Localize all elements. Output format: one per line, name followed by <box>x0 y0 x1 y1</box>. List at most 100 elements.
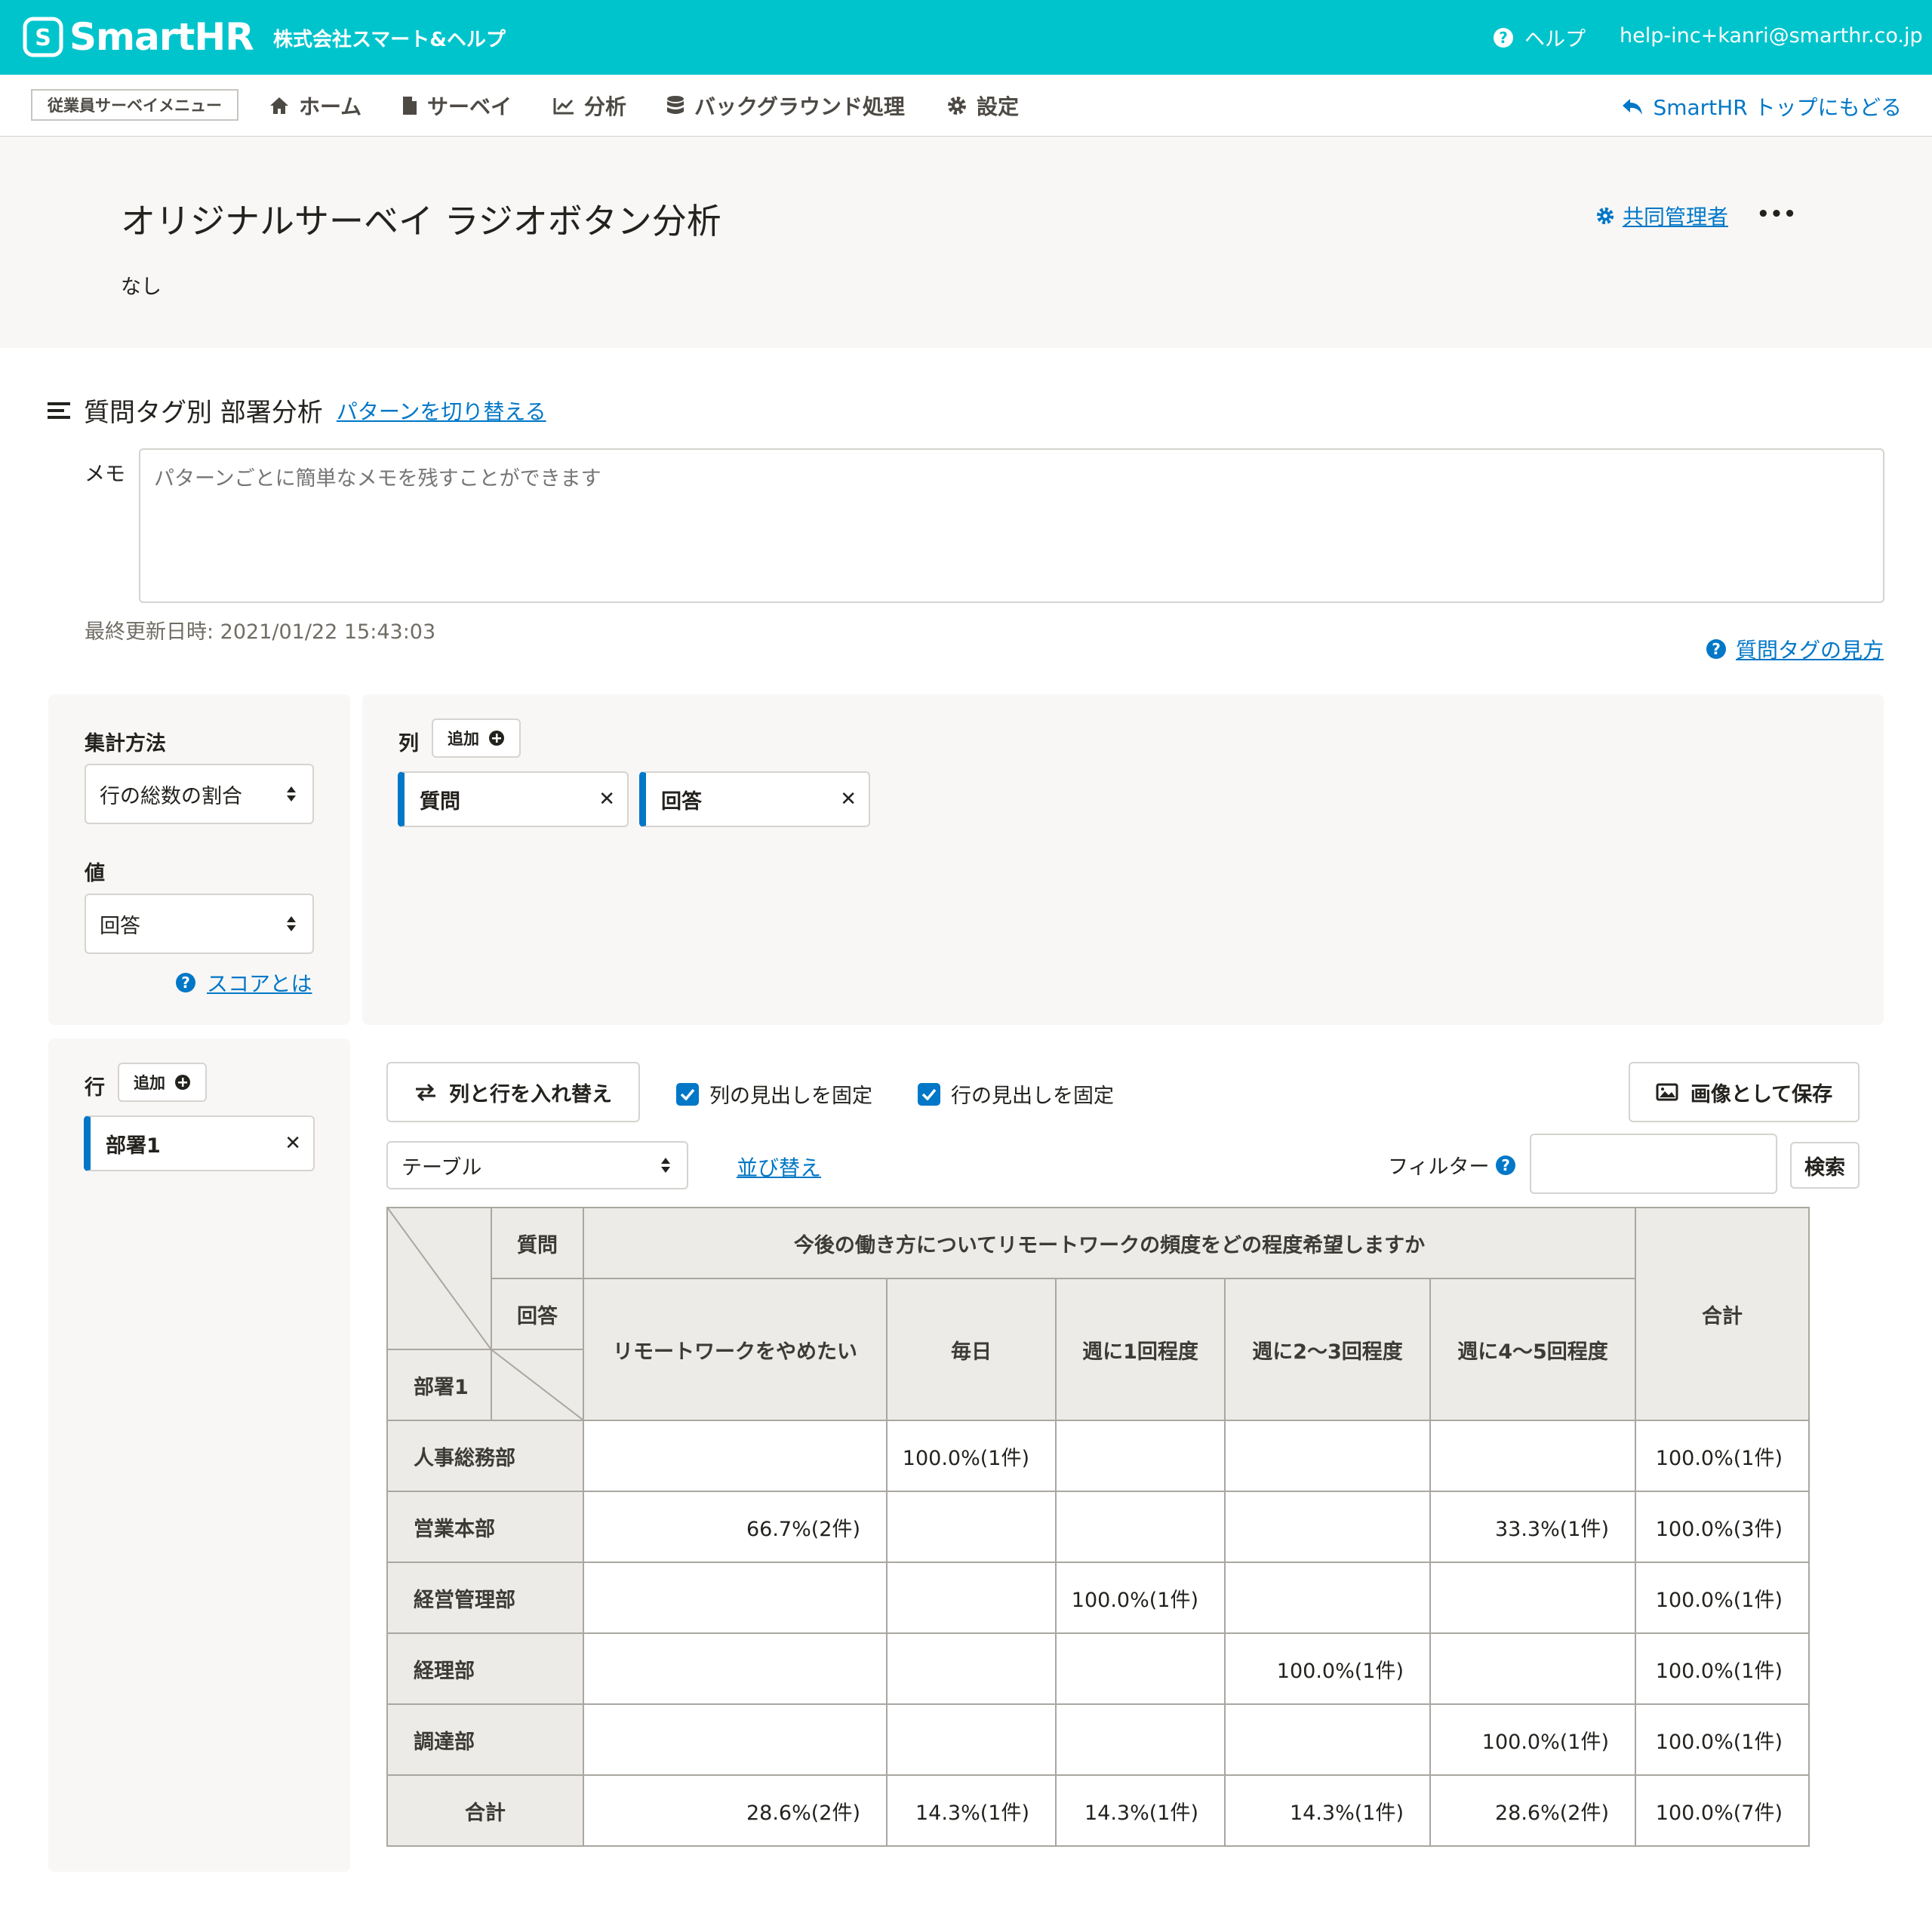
table-row: 合計 28.6%(2件) 14.3%(1件) 14.3%(1件) 14.3%(1件) 28… <box>386 1774 1810 1847</box>
save-as-image-button[interactable]: 画像として保存 <box>1629 1062 1860 1122</box>
table-cell: 14.3%(1件) <box>1055 1774 1226 1847</box>
help-icon: ? <box>1706 639 1726 659</box>
table-body: 人事総務部 100.0%(1件) 100.0%(1件) 営業本部 66.7%(2件) 33… <box>386 1420 1810 1847</box>
question-text: 今後の働き方についてリモートワークの頻度をどの程度希望しますか <box>583 1207 1636 1279</box>
table-cell: 100.0%(1件) <box>1635 1420 1810 1492</box>
nav-item-survey[interactable]: サーベイ <box>401 91 512 121</box>
help-label: ヘルプ <box>1524 28 1586 51</box>
answer-header-cell: 週に1回程度 <box>1055 1278 1226 1421</box>
plus-circle-icon <box>489 731 504 746</box>
plus-circle-icon <box>175 1075 190 1090</box>
help-icon[interactable]: ? <box>1495 1155 1516 1176</box>
account-email[interactable]: help-inc+kanri@smarthr.co.jp <box>1620 24 1923 48</box>
table-cell <box>583 1632 888 1705</box>
row-header-cell: 人事総務部 <box>386 1420 584 1492</box>
nav-item-home[interactable]: ホーム <box>269 91 361 121</box>
table-cell: 28.6%(2件) <box>583 1774 888 1847</box>
table-cell: 14.3%(1件) <box>1224 1774 1431 1847</box>
remove-icon[interactable]: ✕ <box>285 1132 301 1155</box>
aggregation-select[interactable]: 行の総数の割合 <box>85 764 314 824</box>
row-dimension-header: 部署1 <box>386 1349 492 1421</box>
sort-arrows-icon <box>661 1158 670 1173</box>
table-cell <box>1224 1703 1431 1776</box>
back-to-smarthr-link[interactable]: SmartHR トップにもどる <box>1621 91 1902 122</box>
svg-text:?: ? <box>1712 640 1721 658</box>
remove-icon[interactable]: ✕ <box>598 788 615 811</box>
row-chip-department[interactable]: 部署1 ✕ <box>84 1115 315 1171</box>
value-label: 値 <box>85 862 105 885</box>
table-cell <box>1429 1562 1636 1634</box>
database-icon <box>667 96 684 114</box>
nav-item-label: 設定 <box>977 94 1020 119</box>
coadmin-label: 共同管理者 <box>1623 205 1729 229</box>
view-type-select[interactable]: テーブル <box>386 1141 688 1189</box>
value-value: 回答 <box>100 914 140 938</box>
analysis-table: 質問 今後の働き方についてリモートワークの頻度をどの程度希望しますか 合計 回答… <box>386 1207 1810 1847</box>
total-header: 合計 <box>1635 1207 1810 1421</box>
add-column-button[interactable]: 追加 <box>432 718 521 758</box>
tag-guide-label: 質問タグの見方 <box>1735 638 1884 663</box>
nav-bar: 従業員サーベイメニュー ホーム サーベイ 分析 バックグラウンド処理 設定 Sm… <box>0 75 1932 137</box>
table-cell: 66.7%(2件) <box>583 1491 888 1563</box>
row-header-cell: 営業本部 <box>386 1491 584 1563</box>
rows-label: 行 <box>85 1076 105 1100</box>
remove-icon[interactable]: ✕ <box>840 788 857 811</box>
row-header-cell: 調達部 <box>386 1703 584 1776</box>
reply-arrow-icon <box>1623 99 1643 115</box>
section-header: 質問タグ別 部署分析 パターンを切り替える <box>48 392 546 429</box>
aggregation-panel: 集計方法 行の総数の割合 値 回答 ? スコアとは <box>48 694 350 1025</box>
memo-label: メモ <box>85 463 125 486</box>
checkbox-checked-icon <box>918 1082 940 1106</box>
home-icon <box>270 97 288 114</box>
table-cell <box>1224 1562 1431 1634</box>
smarthr-logo[interactable]: S SmartHR <box>23 15 254 59</box>
smarthr-logo-icon: S <box>23 17 63 57</box>
nav-item-analysis[interactable]: 分析 <box>552 91 626 121</box>
table-cell: 100.0%(1件) <box>1429 1703 1636 1776</box>
swap-rows-columns-button[interactable]: 列と行を入れ替え <box>386 1062 640 1122</box>
table-cell <box>1055 1420 1226 1492</box>
question-header: 質問 <box>491 1207 584 1279</box>
sort-link[interactable]: 並び替え <box>737 1152 821 1182</box>
diagonal-cell <box>491 1349 584 1421</box>
aggregation-value: 行の総数の割合 <box>100 784 242 808</box>
image-icon <box>1656 1083 1678 1101</box>
page-description: なし <box>121 275 162 299</box>
table-cell: 100.0%(1件) <box>1635 1703 1810 1776</box>
svg-text:S: S <box>35 25 51 51</box>
fix-column-header-checkbox[interactable]: 列の見出しを固定 <box>676 1079 872 1109</box>
score-help-link[interactable]: ? スコアとは <box>175 968 312 998</box>
table-cell <box>583 1562 888 1634</box>
diagonal-line <box>388 1208 491 1349</box>
table-cell <box>583 1420 888 1492</box>
filter-input[interactable] <box>1530 1134 1777 1194</box>
answer-header-cell: 週に4〜5回程度 <box>1429 1278 1636 1421</box>
memo-textarea[interactable] <box>139 448 1884 603</box>
table-cell: 100.0%(1件) <box>1635 1632 1810 1705</box>
table-cell <box>1055 1632 1226 1705</box>
more-menu-button[interactable]: ••• <box>1757 203 1797 226</box>
search-button[interactable]: 検索 <box>1790 1142 1860 1189</box>
column-chip-answer[interactable]: 回答 ✕ <box>639 771 870 827</box>
nav-item-settings[interactable]: 設定 <box>946 91 1019 121</box>
gear-icon <box>948 97 966 115</box>
row-header-cell: 合計 <box>386 1774 584 1847</box>
table-row: 経営管理部 100.0%(1件) 100.0%(1件) <box>386 1562 1810 1634</box>
switch-pattern-link[interactable]: パターンを切り替える <box>337 395 546 426</box>
help-link[interactable]: ? ヘルプ <box>1493 23 1586 52</box>
tag-guide-link[interactable]: ? 質問タグの見方 <box>1706 634 1884 664</box>
corner-cell <box>386 1207 492 1350</box>
nav-item-background-jobs[interactable]: バックグラウンド処理 <box>666 91 905 121</box>
score-help-label: スコアとは <box>207 971 312 996</box>
diagonal-line <box>492 1350 583 1420</box>
columns-label: 列 <box>398 732 419 755</box>
column-chip-question[interactable]: 質問 ✕ <box>398 771 629 827</box>
save-image-label: 画像として保存 <box>1690 1082 1833 1106</box>
sort-arrows-icon <box>287 786 296 802</box>
table-cell: 14.3%(1件) <box>886 1774 1057 1847</box>
fix-row-header-checkbox[interactable]: 行の見出しを固定 <box>918 1079 1114 1109</box>
page-title: オリジナルサーベイ ラジオボタン分析 <box>121 201 721 242</box>
add-row-button[interactable]: 追加 <box>118 1063 207 1102</box>
coadmin-link[interactable]: 共同管理者 <box>1595 201 1728 231</box>
value-select[interactable]: 回答 <box>85 894 314 954</box>
